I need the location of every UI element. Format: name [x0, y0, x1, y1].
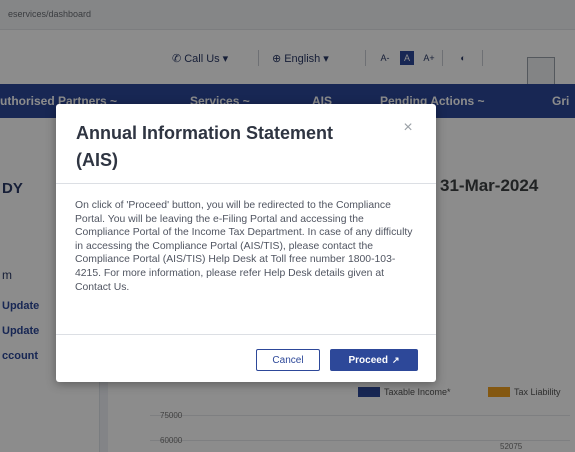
dialog-footer: Cancel Proceed ↗ — [56, 334, 436, 382]
external-link-icon: ↗ — [391, 354, 400, 365]
dashboard-page: eservices/dashboard ✆ Call Us ▾ ⊕ Englis… — [0, 0, 575, 452]
cancel-button[interactable]: Cancel — [256, 349, 320, 371]
dialog-message: On click of 'Proceed' button, you will b… — [75, 200, 413, 293]
proceed-label: Proceed — [348, 354, 388, 366]
proceed-button[interactable]: Proceed ↗ — [330, 349, 418, 371]
close-icon[interactable]: × — [400, 120, 416, 136]
dialog-title: Annual Information Statement (AIS) — [76, 123, 334, 170]
cancel-label: Cancel — [272, 354, 304, 366]
dialog-header: Annual Information Statement (AIS) × — [56, 104, 436, 184]
ais-redirect-dialog: Annual Information Statement (AIS) × On … — [56, 104, 436, 382]
